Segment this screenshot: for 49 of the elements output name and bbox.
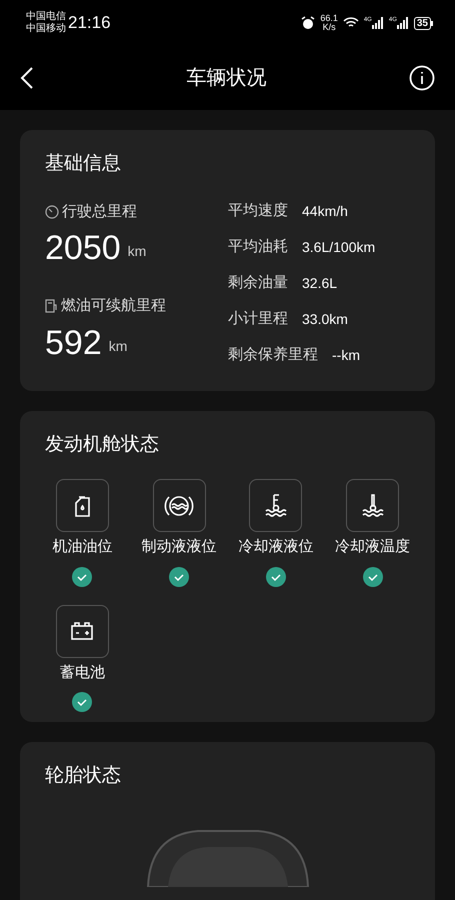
status-label: 冷却液液位 bbox=[238, 537, 314, 557]
status-label: 蓄电池 bbox=[60, 662, 105, 682]
stat-label: 平均油耗 bbox=[228, 237, 288, 258]
stat-value: 32.6L bbox=[302, 274, 338, 293]
carrier-name: 中国电信 bbox=[26, 11, 66, 22]
clock-time: 21:16 bbox=[68, 12, 111, 34]
signal-icon bbox=[396, 17, 409, 29]
stat-label: 剩余保养里程 bbox=[228, 345, 318, 366]
stat-value: 44km/h bbox=[302, 202, 348, 221]
back-icon bbox=[20, 66, 34, 90]
stat-value: --km bbox=[332, 346, 360, 365]
gauge-icon bbox=[45, 204, 59, 219]
stat-label: 燃油可续航里程 bbox=[61, 296, 166, 316]
stat-label: 小计里程 bbox=[228, 309, 288, 330]
stat-value: 3.6L/100km bbox=[302, 238, 376, 257]
network-speed: 66.1 bbox=[320, 14, 338, 23]
stat-value: 592 bbox=[45, 324, 102, 362]
status-label: 制动液液位 bbox=[142, 537, 217, 557]
status-tile[interactable] bbox=[346, 479, 400, 532]
status-tile[interactable] bbox=[56, 479, 109, 532]
coolant-level-icon bbox=[262, 492, 289, 518]
alarm-icon bbox=[301, 16, 316, 30]
unit-label: km bbox=[108, 336, 128, 356]
status-tile[interactable] bbox=[152, 479, 206, 532]
unit-label: km bbox=[128, 242, 146, 261]
fuel-pump-icon bbox=[45, 299, 58, 314]
stat-label: 平均速度 bbox=[228, 201, 288, 222]
carrier-name: 中国移动 bbox=[26, 23, 66, 35]
network-speed-unit: K/s bbox=[322, 23, 336, 32]
battery-level: 35 bbox=[414, 16, 431, 30]
stat-value: 33.0km bbox=[302, 310, 348, 329]
status-tile[interactable] bbox=[249, 479, 302, 532]
signal-icon bbox=[372, 17, 384, 29]
status-label: 机油油位 bbox=[52, 537, 112, 557]
wifi-icon bbox=[342, 17, 359, 29]
section-title: 轮胎状态 bbox=[45, 764, 122, 788]
page-title: 车辆状况 bbox=[186, 66, 266, 91]
info-icon bbox=[409, 65, 435, 91]
oil-can-icon bbox=[72, 494, 92, 518]
stat-label: 剩余油量 bbox=[228, 273, 288, 294]
status-label: 冷却液温度 bbox=[335, 537, 410, 557]
car-battery-icon bbox=[70, 621, 94, 641]
coolant-temperature-icon bbox=[360, 492, 386, 518]
stat-value: 2050 bbox=[45, 229, 121, 267]
stat-label: 行驶总里程 bbox=[62, 202, 137, 222]
section-title: 发动机舱状态 bbox=[44, 432, 160, 456]
section-title: 基础信息 bbox=[45, 152, 122, 176]
status-tile[interactable] bbox=[56, 604, 109, 658]
info-button[interactable] bbox=[409, 65, 435, 91]
